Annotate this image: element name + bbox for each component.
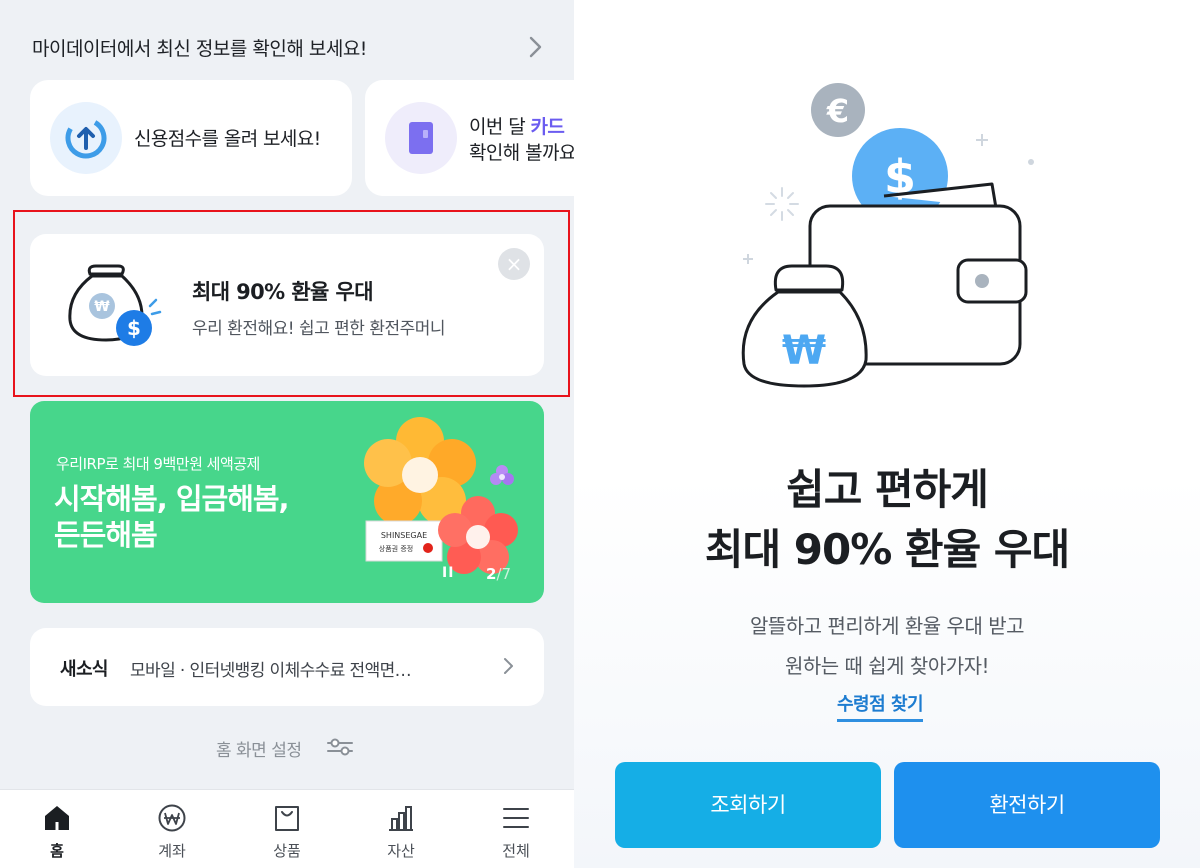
tab-label: 전체	[502, 842, 530, 860]
page-description: 알뜰하고 편리하게 환율 우대 받고 원하는 때 쉽게 찾아가자!	[749, 614, 1025, 678]
banner-title: 시작해봄, 입금해봄, 든든해봄	[54, 482, 290, 552]
won-coin-icon	[158, 804, 186, 832]
banner-subtitle: 우리IRP로 최대 9백만원 세액공제	[56, 455, 260, 473]
banner-pagination: 2/7	[486, 565, 512, 583]
shopping-bag-icon	[275, 806, 299, 831]
credit-score-up-icon	[50, 102, 122, 174]
card-icon	[385, 102, 457, 174]
tab-products[interactable]: 상품	[247, 790, 327, 868]
news-text: 모바일 · 인터넷뱅킹 이체수수료 전액면…	[130, 661, 412, 681]
irp-promo-banner[interactable]: 우리IRP로 최대 9백만원 세액공제 시작해봄, 입금해봄, 든든해봄 SHI…	[30, 401, 544, 603]
tab-accounts[interactable]: 계좌	[132, 790, 212, 868]
home-icon	[45, 806, 69, 830]
svg-text:€: €	[826, 92, 849, 130]
chevron-right-icon[interactable]	[522, 34, 548, 60]
fx-card-subtitle: 우리 환전해요! 쉽고 편한 환전주머니	[192, 319, 446, 339]
tab-label: 계좌	[158, 842, 186, 860]
tab-all-menu[interactable]: 전체	[476, 790, 556, 868]
home-screen: 마이데이터에서 최신 정보를 확인해 보세요! 신용점수를 올려 보세요! 이번…	[0, 0, 574, 868]
find-branch-link[interactable]: 수령점 찾기	[837, 690, 924, 722]
tab-label: 자산	[387, 842, 415, 860]
won-symbol: ₩	[782, 328, 826, 374]
svg-text:₩: ₩	[94, 299, 110, 315]
news-card[interactable]: 새소식 모바일 · 인터넷뱅킹 이체수수료 전액면…	[30, 628, 544, 706]
chevron-right-icon	[504, 658, 513, 674]
money-bag-exchange-icon: ₩ $	[68, 264, 162, 346]
page-title: 쉽고 편하게 최대 90% 환율 우대	[704, 465, 1070, 574]
menu-icon	[503, 808, 529, 828]
exchange-button[interactable]: 환전하기	[894, 762, 1160, 848]
credit-score-card[interactable]: 신용점수를 올려 보세요!	[30, 80, 352, 196]
home-settings-link[interactable]: 홈 화면 설정	[216, 736, 302, 761]
news-tag: 새소식	[60, 659, 108, 680]
wallet-money-illustration: € $ ₩	[741, 83, 1034, 388]
card-usage-text: 이번 달 카드 확인해 볼까요	[469, 116, 574, 164]
sliders-icon[interactable]	[326, 736, 354, 758]
tab-label: 홈	[50, 842, 64, 860]
tab-label: 상품	[273, 842, 301, 860]
fx-card-title: 최대 90% 환율 우대	[192, 280, 374, 304]
svg-text:$: $	[127, 316, 141, 340]
mydata-header[interactable]: 마이데이터에서 최신 정보를 확인해 보세요!	[32, 34, 367, 61]
tab-assets[interactable]: 자산	[361, 790, 441, 868]
pause-icon[interactable]: II	[442, 565, 454, 581]
tab-home[interactable]: 홈	[17, 790, 97, 868]
bottom-tab-bar: 홈 계좌 상품 자산 전체	[0, 789, 574, 868]
flower-gift-illustration: SHINSEGAE 상품권 증정	[364, 417, 518, 574]
fx-promo-card[interactable]: ₩ $ 최대 90% 환율 우대 우리 환전해요! 쉽고 편한 환전주머니 ×	[30, 234, 544, 376]
credit-score-text: 신용점수를 올려 보세요!	[134, 128, 321, 150]
bar-chart-icon	[389, 806, 413, 831]
voucher-text: 상품권 증정	[379, 544, 413, 553]
card-usage-card[interactable]: 이번 달 카드 확인해 볼까요	[365, 80, 574, 196]
fx-service-screen: € $ ₩ 쉽고 편하게 최대 90% 환율 우대 알뜰하고 편리하게 환율 우…	[574, 0, 1200, 868]
inquiry-button[interactable]: 조회하기	[615, 762, 881, 848]
close-icon[interactable]: ×	[498, 248, 530, 280]
voucher-brand: SHINSEGAE	[381, 531, 427, 540]
